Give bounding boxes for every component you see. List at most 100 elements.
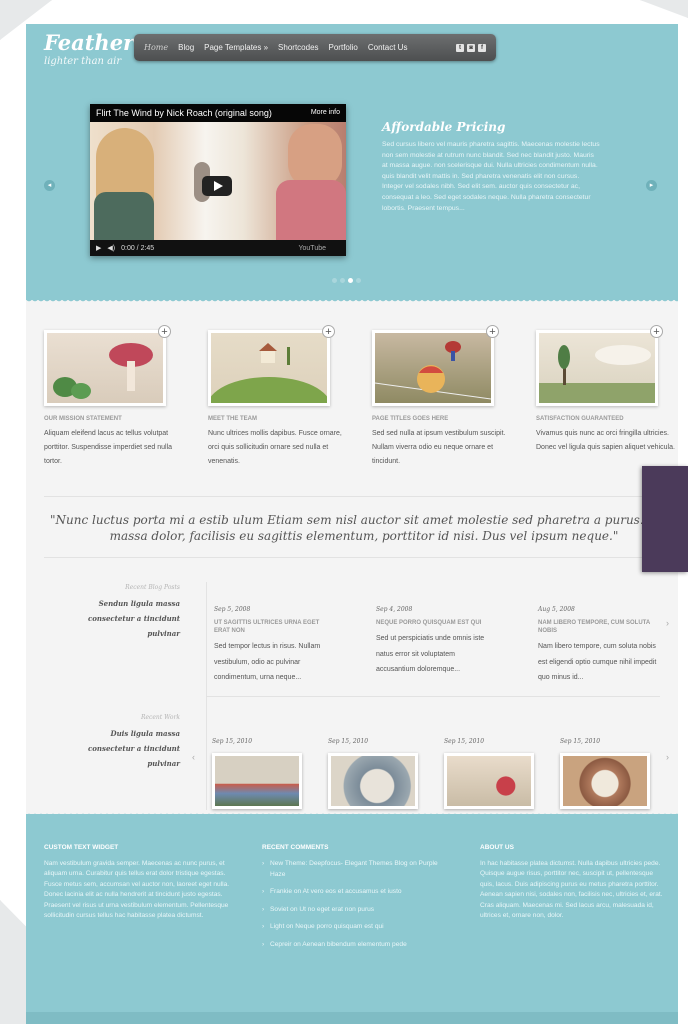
divider — [44, 496, 660, 497]
nav-shortcodes[interactable]: Shortcodes — [278, 43, 318, 52]
rss-icon[interactable]: ◙ — [467, 43, 475, 52]
feature-thumbnail[interactable]: + — [207, 325, 335, 437]
nav-portfolio[interactable]: Portfolio — [329, 43, 358, 52]
work-thumbnail[interactable] — [212, 753, 302, 809]
feature-thumbnail[interactable]: + — [372, 325, 499, 406]
header-hero: Feather lighter than air Home Blog Page … — [26, 24, 678, 304]
feature-thumbnail[interactable]: + — [44, 325, 171, 406]
comment-link[interactable]: Soviet on Ut no eget erat non purus — [262, 905, 448, 916]
work-thumbnail[interactable] — [444, 753, 534, 809]
feature-text: Vivamus quis nunc ac orci fringilla ultr… — [536, 430, 675, 451]
video-player[interactable]: Flirt The Wind by Nick Roach (original s… — [90, 104, 346, 256]
slider-dots — [332, 278, 361, 283]
video-title[interactable]: Flirt The Wind by Nick Roach (original s… — [96, 108, 272, 118]
feature-item: + SATISFACTION GUARANTEED Vivamus quis n… — [536, 325, 676, 455]
work-date: Sep 15, 2010 — [560, 738, 601, 745]
more-info-link[interactable]: More info — [311, 104, 340, 122]
feature-thumbnail[interactable]: + — [536, 325, 663, 406]
feature-text: Aliquam eleifend lacus ac tellus volutpa… — [44, 430, 173, 465]
blog-post: Sep 4, 2008 NEQUE PORRO QUISQUAM EST QUI… — [376, 606, 496, 678]
tree-landscape-illustration — [539, 345, 655, 403]
footer: CUSTOM TEXT WIDGET Nam vestibulum gravid… — [26, 811, 678, 1024]
social-icons: t ◙ f — [456, 43, 486, 52]
quote-line-1: "Nunc luctus porta mi a estib ulum Etiam… — [50, 513, 678, 527]
youtube-logo[interactable]: YouTube — [298, 245, 326, 252]
main-nav: Home Blog Page Templates » Shortcodes Po… — [134, 34, 496, 61]
posts-next-arrow-icon[interactable]: › — [666, 618, 669, 628]
post-excerpt: Sed ut perspiciatis unde omnis iste natu… — [376, 635, 485, 673]
comment-link[interactable]: Light on Neque porro quisquam est qui — [262, 922, 448, 933]
feature-title: PAGE TITLES GOES HERE — [372, 416, 449, 422]
hero-heading: Affordable Pricing — [382, 120, 506, 134]
play-control-icon[interactable]: ▶ — [96, 244, 101, 252]
comment-link[interactable]: New Theme: Deepfocus- Elegant Themes Blo… — [262, 859, 448, 880]
work-item: Sep 15, 2010 — [212, 738, 304, 809]
mushroom-illustration — [53, 343, 153, 399]
post-title[interactable]: UT SAGITTIS ULTRICES URNA EGET ERAT NON — [214, 619, 334, 635]
balloons-illustration — [374, 341, 492, 400]
recent-posts-heading: Recent Blog Posts — [125, 584, 180, 591]
slider-dot[interactable] — [340, 278, 345, 283]
feature-title: OUR MISSION STATEMENT — [44, 416, 122, 422]
feature-text: Sed sed nulla at ipsum vestibulum suscip… — [372, 430, 506, 465]
recent-work-label: Recent Work Duis ligula massa consectetu… — [70, 714, 180, 771]
footer-widget-title: CUSTOM TEXT WIDGET — [44, 844, 119, 851]
post-excerpt: Sed tempor lectus in risus. Nullam vesti… — [214, 643, 321, 681]
footer-about: ABOUT US In hac habitasse platea dictums… — [480, 844, 666, 921]
site-name: Feather — [44, 30, 135, 55]
nav-home[interactable]: Home — [144, 43, 168, 52]
twitter-icon[interactable]: t — [456, 43, 464, 52]
recent-posts-description: Sendun ligula massa consectetur a tincid… — [88, 599, 180, 638]
logo[interactable]: Feather lighter than air — [44, 30, 134, 67]
volume-icon[interactable]: ◀) — [107, 244, 115, 252]
work-date: Sep 15, 2010 — [444, 738, 485, 745]
plus-icon[interactable]: + — [650, 325, 663, 338]
video-title-bar: Flirt The Wind by Nick Roach (original s… — [90, 104, 346, 122]
slider-dot[interactable] — [332, 278, 337, 283]
post-title[interactable]: NEQUE PORRO QUISQUAM EST QUI — [376, 619, 496, 627]
video-time: 0:00 / 2:45 — [121, 244, 155, 252]
nav-contact[interactable]: Contact Us — [368, 43, 408, 52]
facebook-icon[interactable]: f — [478, 43, 486, 52]
divider — [44, 557, 660, 558]
blog-post: Aug 5, 2008 NAM LIBERO TEMPORE, CUM SOLU… — [538, 606, 658, 686]
plus-icon[interactable]: + — [486, 325, 499, 338]
comment-link[interactable]: Frankie on At vero eos et accusamus et i… — [262, 887, 448, 898]
recent-work-heading: Recent Work — [140, 714, 180, 721]
work-item: Sep 15, 2010 — [444, 738, 536, 809]
footer-widget-title: RECENT COMMENTS — [262, 844, 329, 851]
footer-widget-title: ABOUT US — [480, 844, 514, 851]
slider-dot[interactable] — [356, 278, 361, 283]
work-thumbnail[interactable] — [328, 753, 418, 809]
nav-page-templates[interactable]: Page Templates » — [204, 43, 268, 52]
video-frame — [90, 122, 346, 240]
recent-posts-label: Recent Blog Posts Sendun ligula massa co… — [70, 584, 180, 641]
plus-icon[interactable]: + — [322, 325, 335, 338]
feature-item: + PAGE TITLES GOES HERE Sed sed nulla at… — [372, 325, 512, 469]
footer-bottom-bar — [26, 1012, 678, 1024]
nav-blog[interactable]: Blog — [178, 43, 194, 52]
footer-text-widget: CUSTOM TEXT WIDGET Nam vestibulum gravid… — [44, 844, 230, 921]
slider-prev-button[interactable]: ◂ — [44, 180, 55, 191]
hero-body: Sed cursus libero vel mauris pharetra sa… — [382, 141, 600, 212]
work-thumbnail[interactable] — [560, 753, 650, 809]
recent-work-description: Duis ligula massa consectetur a tincidun… — [88, 729, 180, 768]
play-icon[interactable] — [202, 176, 232, 196]
work-item: Sep 15, 2010 — [560, 738, 652, 809]
work-next-arrow-icon[interactable]: › — [666, 752, 669, 762]
footer-recent-comments: RECENT COMMENTS New Theme: Deepfocus- El… — [262, 844, 448, 958]
slider-dot-active[interactable] — [348, 278, 353, 283]
post-title[interactable]: NAM LIBERO TEMPORE, CUM SOLUTA NOBIS — [538, 619, 658, 635]
feature-item: + MEET THE TEAM Nunc ultrices mollis dap… — [207, 325, 348, 469]
slider-next-button[interactable]: ▸ — [646, 180, 657, 191]
comment-link[interactable]: Cepreir on Aenean bibendum elementum ped… — [262, 940, 448, 951]
work-prev-arrow-icon[interactable]: ‹ — [192, 752, 195, 762]
post-date: Sep 5, 2008 — [214, 606, 251, 613]
hill-house-illustration — [207, 343, 331, 437]
hero-text: Affordable Pricing Sed cursus libero vel… — [382, 120, 600, 214]
feature-text: Nunc ultrices mollis dapibus. Fusce orna… — [208, 430, 342, 465]
plus-icon[interactable]: + — [158, 325, 171, 338]
feature-title: SATISFACTION GUARANTEED — [536, 416, 624, 422]
feature-item: + OUR MISSION STATEMENT Aliquam eleifend… — [44, 325, 184, 469]
page: Feather lighter than air Home Blog Page … — [26, 24, 678, 1024]
